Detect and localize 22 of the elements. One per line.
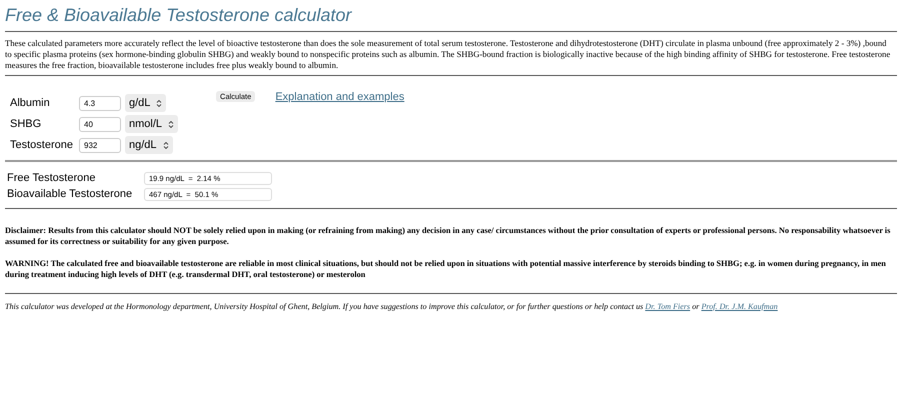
- input-field[interactable]: 932: [79, 138, 121, 152]
- unit-select[interactable]: nmol/L: [125, 115, 178, 133]
- contact-link[interactable]: Dr. Tom Fiers: [645, 302, 690, 311]
- unit-select[interactable]: ng/dL: [125, 136, 173, 154]
- warning-text: WARNING! The calculated free and bioavailable testosterone are reliable in most clinical situations, but should not be relied upon in situations with potential massive interference by steroids binding to SHBG; e.g. in women during pregnancy, in men during treatment inducing high levels of DHT (e.g. transdermal DHT, oral testosterone) or mesterolon: [5, 258, 887, 280]
- intro-paragraph: These calculated parameters more accurately reflect the level of bioactive testosterone than does the sole measurement of total serum testosterone. Testosterone and dihydrotestosterone (DHT) circulate in plasma unbound (free approximately 2 - 3%) ,bound to specific plasma proteins (sex hormone-binding globulin SHBG) and weakly bound to nonspecific proteins such as albumin. The SHBG-bound fraction is biologically inactive because of the high binding affinity of SHBG for testosterone. Free testosterone measures the free fraction, bioavailable testosterone includes free plus weakly bound to albumin.: [5, 38, 892, 71]
- footer-note: This calculator was developed at the Hormonology department, University Hospital of Ghent, Belgium. If you have suggestions to improve this calculator, or for further questions or help contact us Dr. Tom Fiers or Prof. Dr. J.M. Kaufman: [5, 301, 779, 312]
- contact-link[interactable]: Prof. Dr. J.M. Kaufman: [701, 302, 778, 311]
- updown-chevron-icon: [156, 98, 162, 108]
- result-label: Free Testosterone: [7, 171, 96, 186]
- field-label: SHBG: [10, 116, 42, 132]
- disclaimer-text: Disclaimer: Results from this calculator should NOT be solely relied upon in making (or refraining from making) any decision in any case/ circumstances without the prior consultation of experts or professional persons. No responsability whatsoever is assumed for its correctness or suitability for any given purpose.: [5, 225, 892, 247]
- input-field[interactable]: 4.3: [79, 96, 121, 110]
- input-field[interactable]: 40: [79, 116, 121, 132]
- unit-select[interactable]: g/dL: [125, 94, 166, 112]
- field-label: Testosterone: [10, 138, 74, 153]
- updown-chevron-icon: [168, 120, 174, 128]
- page-title: Free & Bioavailable Testosterone calculator: [5, 4, 353, 26]
- help-link[interactable]: Explanation and examples: [275, 89, 404, 106]
- field-label: Albumin: [10, 96, 51, 111]
- updown-chevron-icon: [162, 140, 169, 150]
- result-label: Bioavailable Testosterone: [7, 187, 134, 202]
